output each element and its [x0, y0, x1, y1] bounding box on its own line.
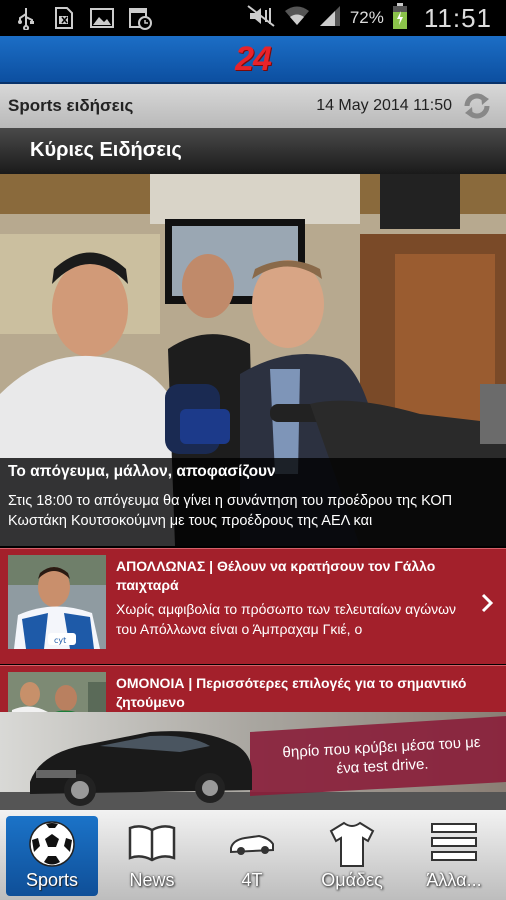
clock: 11:51: [423, 2, 492, 33]
image-icon: [90, 6, 114, 30]
tab-label: News: [129, 870, 175, 890]
jersey-icon: [306, 820, 398, 868]
info-bar: Sports ειδήσεις 14 May 2014 11:50: [0, 84, 506, 128]
news-thumbnail: [8, 672, 106, 713]
signal-icon: [318, 5, 342, 32]
tab-more[interactable]: Άλλα...: [408, 816, 500, 896]
section-name: Sports ειδήσεις: [8, 96, 134, 115]
hero-caption: Το απόγευμα, μάλλον, αποφασίζουν Στις 18…: [0, 458, 506, 546]
section-title: Κύριες Ειδήσεις: [30, 139, 182, 161]
mute-icon: [246, 4, 276, 33]
hero-story[interactable]: Το απόγευμα, μάλλον, αποφασίζουν Στις 18…: [0, 174, 506, 546]
tab-teams[interactable]: Ομάδες: [306, 816, 398, 896]
last-updated: 14 May 2014 11:50: [316, 97, 452, 114]
list-item[interactable]: cyt ΑΠΟΛΛΩΝΑΣ | Θέλουν να κρατήσουν τον …: [0, 548, 506, 664]
refresh-icon[interactable]: [460, 89, 494, 123]
sim-icon: [52, 6, 76, 30]
news-thumbnail: cyt: [8, 555, 106, 649]
battery-percent: 72%: [349, 8, 384, 27]
bottom-nav: Sports News 4T Ομάδες Άλλα...: [0, 810, 506, 900]
soccer-ball-icon: [6, 820, 98, 868]
book-icon: [106, 820, 198, 868]
tab-label: Άλλα...: [426, 870, 482, 890]
battery-icon: [392, 2, 408, 35]
hero-title[interactable]: Το απόγευμα, μάλλον, αποφασίζουν: [8, 463, 276, 481]
status-bar: 72% 11:51: [0, 0, 506, 36]
app-header: 24: [0, 36, 506, 84]
calendar-icon: [128, 6, 152, 30]
usb-icon: [14, 6, 38, 30]
news-summary: Χωρίς αμφιβολία το πρόσωπο των τελευταίω…: [116, 601, 457, 637]
news-title[interactable]: ΟΜΟΝΟΙΑ | Περισσότερες επιλογές για το σ…: [116, 674, 471, 712]
app-logo[interactable]: 24: [0, 40, 506, 79]
section-header: Κύριες Ειδήσεις: [0, 128, 506, 174]
tab-label: Sports: [25, 870, 79, 890]
hero-summary: Στις 18:00 το απόγευμα θα γίνει η συνάντ…: [8, 493, 453, 529]
list-item[interactable]: ΟΜΟΝΟΙΑ | Περισσότερες επιλογές για το σ…: [0, 665, 506, 713]
ad-banner[interactable]: θηρίο που κρύβει μέσα του με ένα test dr…: [0, 712, 506, 810]
menu-icon: [408, 820, 500, 868]
car-icon: [206, 820, 298, 868]
tab-4t[interactable]: 4T: [206, 816, 298, 896]
news-title[interactable]: ΑΠΟΛΛΩΝΑΣ | Θέλουν να κρατήσουν τον Γάλλ…: [116, 557, 471, 595]
tab-news[interactable]: News: [106, 816, 198, 896]
wifi-icon: [284, 5, 310, 32]
tab-label: 4T: [241, 870, 263, 890]
tab-sports[interactable]: Sports: [6, 816, 98, 896]
tab-label: Ομάδες: [321, 870, 383, 890]
svg-text:cyt: cyt: [54, 636, 66, 645]
chevron-right-icon[interactable]: [480, 593, 494, 619]
